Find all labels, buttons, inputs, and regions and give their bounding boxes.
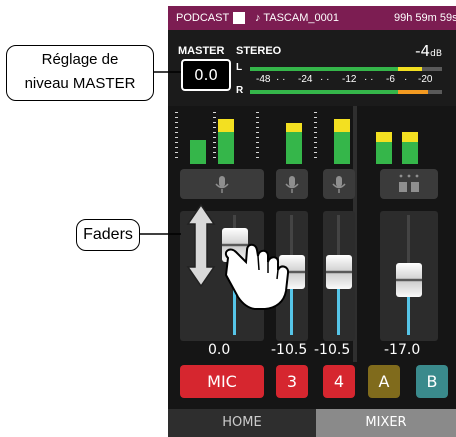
hand-pointer-icon (224, 243, 290, 310)
callout-line: niveau MASTER (24, 75, 136, 92)
drag-arrow-icon (186, 203, 216, 288)
callout-line: Réglage de (41, 51, 119, 68)
faders-callout: Faders (76, 219, 140, 251)
master-level-callout: Réglage de niveau MASTER (6, 45, 154, 101)
